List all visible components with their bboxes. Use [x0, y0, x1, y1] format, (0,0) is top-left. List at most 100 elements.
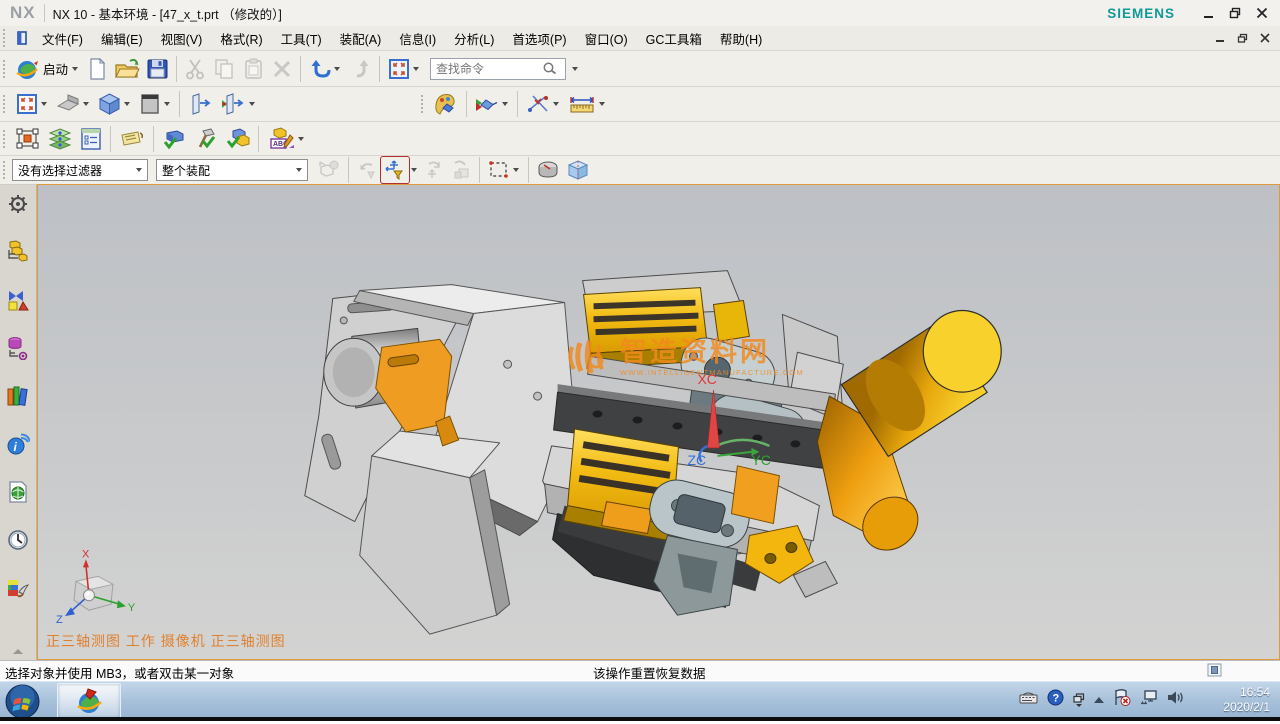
- paste-button[interactable]: [239, 55, 268, 83]
- restore-button[interactable]: [1229, 7, 1242, 19]
- select-assembly-button[interactable]: [314, 157, 344, 183]
- books-icon: [6, 384, 30, 408]
- open-button[interactable]: [111, 55, 143, 83]
- touch-mode-button[interactable]: [384, 55, 424, 83]
- save-button[interactable]: [143, 55, 172, 83]
- menu-gc-toolbox[interactable]: GC工具箱: [637, 26, 711, 51]
- true-shading-button[interactable]: [430, 90, 462, 118]
- taskbar-nx-app-button[interactable]: [57, 683, 121, 719]
- menu-assemblies[interactable]: 装配(A): [331, 26, 391, 51]
- history-tab[interactable]: [5, 527, 31, 553]
- capture-selection-button[interactable]: [447, 157, 475, 183]
- constraint-navigator-tab[interactable]: [5, 287, 31, 313]
- snap-point-button[interactable]: [522, 90, 564, 118]
- chevron-down-icon: [513, 168, 519, 172]
- selection-filter-dropdown[interactable]: 没有选择过滤器: [12, 159, 148, 181]
- child-restore-button[interactable]: [1237, 33, 1249, 44]
- child-minimize-button[interactable]: [1216, 33, 1226, 43]
- menu-tools[interactable]: 工具(T): [272, 26, 331, 51]
- toolbar-grip[interactable]: [3, 95, 8, 113]
- reuse-library-tab[interactable]: [5, 383, 31, 409]
- delete-button[interactable]: [268, 55, 296, 83]
- checklist-sheet-icon: [79, 127, 103, 151]
- verify-assembly-button[interactable]: [222, 125, 254, 153]
- visual-effects-button[interactable]: [471, 90, 513, 118]
- menu-edit[interactable]: 编辑(E): [92, 26, 152, 51]
- assembly-navigator-button[interactable]: [44, 125, 76, 153]
- general-object-button[interactable]: [533, 157, 563, 183]
- undo-button[interactable]: [305, 55, 345, 83]
- render-style-button[interactable]: [94, 90, 135, 118]
- start-menu-button[interactable]: 启动: [12, 55, 83, 83]
- help-tray-icon[interactable]: ?: [1047, 689, 1064, 711]
- menu-view[interactable]: 视图(V): [152, 26, 212, 51]
- chevron-down-icon[interactable]: [411, 168, 417, 172]
- menu-file[interactable]: 文件(F): [33, 26, 92, 51]
- new-file-button[interactable]: [83, 55, 111, 83]
- toolbar-grip[interactable]: [3, 60, 8, 78]
- menu-analysis[interactable]: 分析(L): [445, 26, 503, 51]
- internet-info-tab[interactable]: i: [5, 431, 31, 457]
- find-command-input[interactable]: [434, 61, 542, 77]
- minimize-button[interactable]: [1203, 8, 1215, 19]
- graphics-viewport[interactable]: XC YC ZC X Y Z 智造资料网: [37, 184, 1280, 660]
- resource-scroll-up-icon[interactable]: [13, 649, 23, 654]
- move-component-button[interactable]: [12, 125, 44, 153]
- web-browser-tab[interactable]: [5, 479, 31, 505]
- background-button[interactable]: [135, 90, 175, 118]
- marquee-select-button[interactable]: [484, 157, 524, 183]
- menu-format[interactable]: 格式(R): [211, 26, 271, 51]
- menu-window[interactable]: 窗口(O): [576, 26, 637, 51]
- system-tray: ?: [1019, 682, 1184, 717]
- part-navigator-tab[interactable]: [5, 335, 31, 361]
- note-button[interactable]: [115, 125, 149, 153]
- assembly-navigator-tab[interactable]: [5, 239, 31, 265]
- snap-filter-button[interactable]: [381, 157, 409, 183]
- taskbar-clock[interactable]: 16:54 2020/2/1: [1184, 683, 1274, 716]
- menu-help[interactable]: 帮助(H): [711, 26, 771, 51]
- close-button[interactable]: [1256, 7, 1268, 19]
- constraint-navigator-button[interactable]: [76, 125, 106, 153]
- measure-button[interactable]: [564, 90, 610, 118]
- keyboard-tray-icon[interactable]: [1019, 691, 1038, 709]
- view-caption: 正三轴测图 工作 摄像机 正三轴测图: [46, 631, 286, 651]
- window-title: NX 10 - 基本环境 - [47_x_t.prt （修改的）]: [53, 4, 282, 23]
- model-canvas[interactable]: XC YC ZC X Y Z: [38, 185, 1279, 659]
- verify-block-button[interactable]: [158, 125, 190, 153]
- verify-clearance-button[interactable]: [190, 125, 222, 153]
- child-close-button[interactable]: [1260, 33, 1270, 43]
- view-orient-button[interactable]: [52, 90, 94, 118]
- assembly-model[interactable]: [305, 271, 1001, 634]
- measure-ruler-icon: [567, 92, 597, 116]
- chevron-down-icon[interactable]: [572, 67, 578, 71]
- toolbar-grip[interactable]: [3, 161, 8, 179]
- name-edit-button[interactable]: ABC: [263, 125, 309, 153]
- network-tray-icon[interactable]: [1140, 690, 1158, 710]
- toolbar-grip[interactable]: [3, 29, 8, 47]
- status-tray-icon[interactable]: [1207, 663, 1222, 680]
- body-select-button[interactable]: [563, 157, 593, 183]
- part-tree-icon: [6, 336, 30, 360]
- prev-selection-button[interactable]: [353, 157, 381, 183]
- copy-button[interactable]: [209, 55, 239, 83]
- fit-view-button[interactable]: [12, 90, 52, 118]
- clip-section-button[interactable]: [184, 90, 216, 118]
- roles-palette-tab[interactable]: [5, 575, 31, 601]
- rotate-selection-button[interactable]: [419, 157, 447, 183]
- start-button[interactable]: [5, 684, 40, 724]
- redo-button[interactable]: [345, 55, 375, 83]
- selection-scope-dropdown[interactable]: 整个装配: [156, 159, 308, 181]
- action-center-flag-icon[interactable]: [1113, 689, 1131, 711]
- move-component-icon: [15, 127, 41, 151]
- cut-button[interactable]: [181, 55, 209, 83]
- toolbar-grip[interactable]: [3, 130, 8, 148]
- desktop-tray-icon[interactable]: [1073, 693, 1085, 707]
- show-hidden-icons-button[interactable]: [1094, 697, 1104, 703]
- menu-information[interactable]: 信息(I): [390, 26, 445, 51]
- menu-preferences[interactable]: 首选项(P): [503, 26, 575, 51]
- toolbar-grip[interactable]: [421, 95, 426, 113]
- edit-section-button[interactable]: [216, 90, 260, 118]
- roles-gear-button[interactable]: [5, 191, 31, 217]
- command-finder[interactable]: [430, 58, 566, 80]
- volume-tray-icon[interactable]: [1167, 690, 1184, 710]
